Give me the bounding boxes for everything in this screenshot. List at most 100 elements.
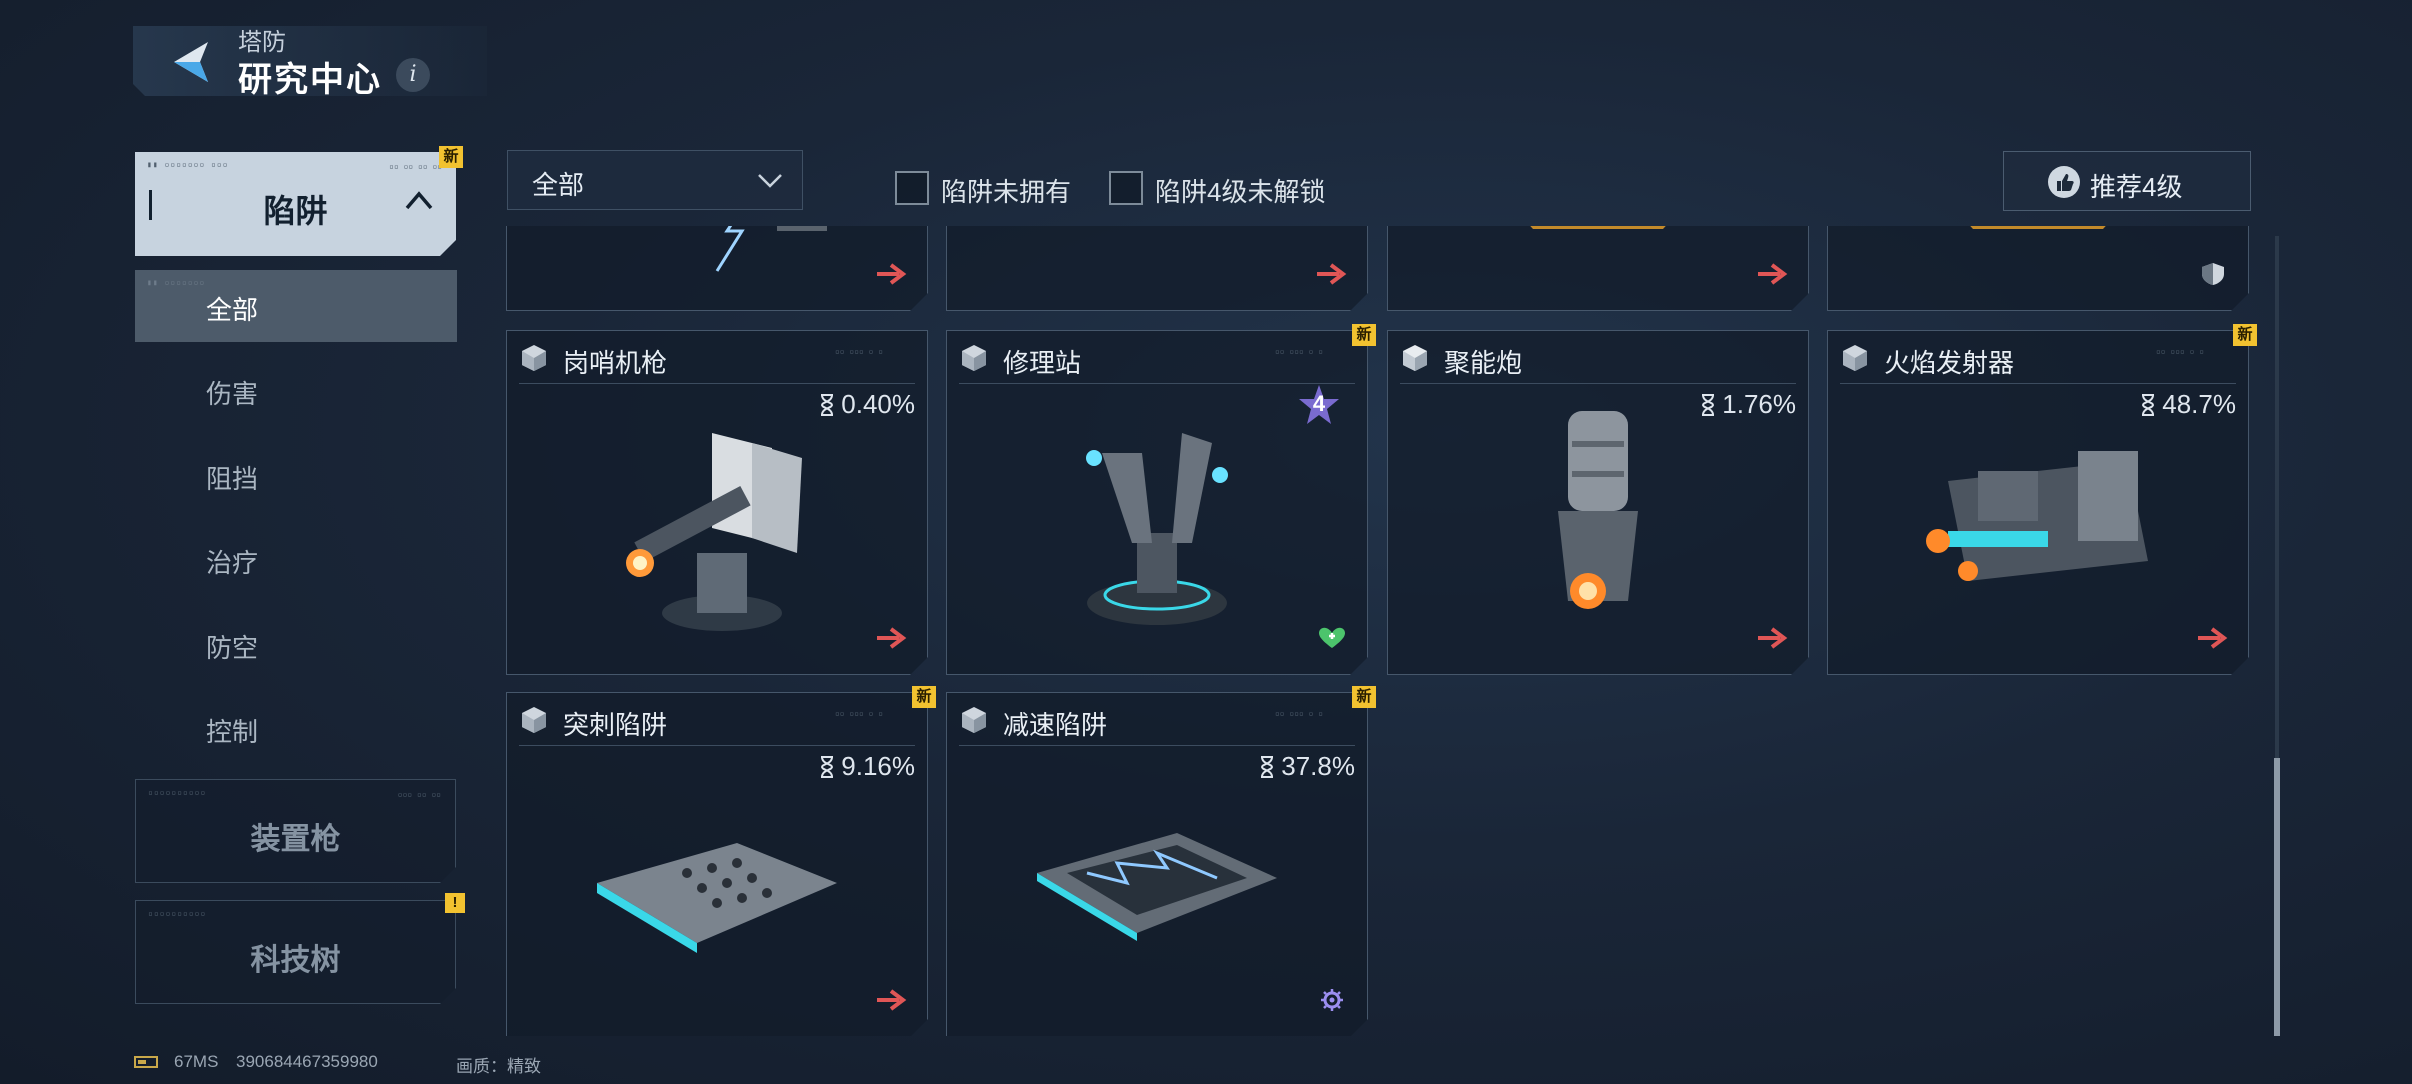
cube-icon <box>1840 343 1870 373</box>
battery-icon <box>134 1056 158 1068</box>
heal-icon <box>1315 626 1349 650</box>
trap-card-slow-trap[interactable]: 减速陷阱 ▫▫ ▫▫▫ ▫ ▫ 37.8% <box>946 692 1368 1036</box>
category-traps[interactable]: ▮▮ ▫▫▫▫▫▫▫ ▫▫▫ ▫▫ ▫▫ ▫▫ ▫▫ 陷阱 <box>135 152 456 256</box>
progress-value: 9.16% <box>841 751 915 781</box>
dropdown-value: 全部 <box>532 170 585 200</box>
alert-badge: ! <box>445 893 465 913</box>
category-tech-tree[interactable]: ▫▫▫▫▫▫▫▫▫▫ 科技树 <box>135 900 456 1004</box>
ping-text: 67MS <box>174 1052 219 1071</box>
scrollbar-thumb[interactable] <box>2274 758 2280 1036</box>
cube-icon <box>959 343 989 373</box>
divider <box>519 383 915 384</box>
research-progress: 9.16% <box>819 751 915 782</box>
deco-text: ▫▫▫▫▫▫▫▫▫▫ <box>148 909 207 918</box>
page-title: 研究中心 <box>238 61 382 99</box>
arrow-icon <box>1756 262 1790 286</box>
sub-item-anti-air[interactable]: 防空 <box>206 628 258 665</box>
research-progress: 1.76% <box>1700 389 1796 420</box>
trap-card[interactable] <box>1827 226 2249 311</box>
divider <box>959 383 1355 384</box>
level-star-icon: 4 <box>1297 383 1341 427</box>
sub-item-damage[interactable]: 伤害 <box>206 374 258 411</box>
filter-dropdown[interactable]: 全部 <box>507 150 803 210</box>
trap-art <box>1953 226 2123 237</box>
sub-item-highlight: ▮▮ ▫▫▫▫▫▫▫ <box>135 270 457 342</box>
sub-item-all[interactable]: 全部 <box>206 290 258 327</box>
hourglass-icon <box>2140 394 2156 416</box>
sub-item-control[interactable]: 控制 <box>206 712 258 749</box>
new-badge: 新 <box>912 686 936 708</box>
sub-item-block[interactable]: 阻挡 <box>206 459 258 496</box>
category-gadget-gun[interactable]: ▫▫▫▫▫▫▫▫▫▫ ▫▫▫ ▫▫ ▫▫ 装置枪 <box>135 779 456 883</box>
card-title: 突刺陷阱 <box>563 710 668 740</box>
divider <box>1840 383 2236 384</box>
spike-trap-art <box>587 823 847 963</box>
card-title: 修理站 <box>1003 348 1082 378</box>
new-badge: 新 <box>1352 686 1376 708</box>
category-label: 科技树 <box>250 944 341 977</box>
quality-label: 画质： <box>456 1057 507 1076</box>
arrow-icon <box>875 988 909 1012</box>
shield-icon <box>2196 262 2230 286</box>
level-value: 4 <box>1312 391 1326 416</box>
recommend-level4-button[interactable]: 推荐4级 <box>2003 151 2251 211</box>
trap-card-spike-trap[interactable]: 突刺陷阱 ▫▫ ▫▫▫ ▫ ▫ 9.16% <box>506 692 928 1036</box>
category-label: 装置枪 <box>250 823 341 856</box>
progress-value: 1.76% <box>1722 389 1796 419</box>
uid-text: 390684467359980 <box>236 1052 378 1071</box>
info-icon[interactable]: i <box>396 58 430 92</box>
research-progress: 37.8% <box>1259 751 1355 782</box>
trap-card[interactable] <box>946 226 1368 311</box>
deco-text: ▫▫▫▫▫▫▫▫▫▫ <box>148 788 207 797</box>
research-progress: 0.40% <box>819 389 915 420</box>
progress-value: 0.40% <box>841 389 915 419</box>
trap-card-repair-station[interactable]: 修理站 ▫▫ ▫▫▫ ▫ ▫ 4 <box>946 330 1368 675</box>
trap-card[interactable] <box>1387 226 1809 311</box>
checkbox-not-owned[interactable] <box>895 171 929 205</box>
trap-card-sentry-gun[interactable]: 岗哨机枪 ▫▫ ▫▫▫ ▫ ▫ 0.40% <box>506 330 928 675</box>
checkbox-level4-locked-label: 陷阱4级未解锁 <box>1155 177 1326 207</box>
checkbox-not-owned-label: 陷阱未拥有 <box>941 177 1072 207</box>
arrow-icon <box>2196 626 2230 650</box>
research-progress: 48.7% <box>2140 389 2236 420</box>
chevron-down-icon <box>758 174 782 188</box>
flamethrower-art <box>1908 441 2168 641</box>
sub-item-heal[interactable]: 治疗 <box>206 543 258 580</box>
cube-icon <box>959 705 989 735</box>
cube-icon <box>519 343 549 373</box>
divider <box>959 745 1355 746</box>
progress-value: 48.7% <box>2162 389 2236 419</box>
trap-card-focus-cannon[interactable]: 聚能炮 1.76% <box>1387 330 1809 675</box>
cube-icon <box>519 705 549 735</box>
arrow-icon <box>875 626 909 650</box>
deco-text: ▫▫ ▫▫▫ ▫ ▫ <box>834 709 883 718</box>
divider <box>519 745 915 746</box>
trap-grid: 岗哨机枪 ▫▫ ▫▫▫ ▫ ▫ 0.40% 修理站 ▫▫ ▫▫▫ ▫ ▫ 4 新… <box>506 226 2266 1036</box>
quality-value: 精致 <box>507 1057 541 1076</box>
card-title: 减速陷阱 <box>1003 710 1108 740</box>
arrow-icon <box>1756 626 1790 650</box>
trap-card[interactable] <box>506 226 928 311</box>
deco-text: ▫▫▫ ▫▫ ▫▫ <box>397 790 441 799</box>
cube-icon <box>1400 343 1430 373</box>
focus-cannon-art <box>1498 401 1698 641</box>
hourglass-icon <box>1700 394 1716 416</box>
card-title: 岗哨机枪 <box>563 348 668 378</box>
new-badge: 新 <box>439 146 463 168</box>
progress-value: 37.8% <box>1281 751 1355 781</box>
trap-art <box>1513 226 1683 237</box>
deco-text: ▮▮ ▫▫▫▫▫▫▫ <box>147 278 206 287</box>
trap-card-flamethrower[interactable]: 火焰发射器 ▫▫ ▫▫▫ ▫ ▫ 48.7% <box>1827 330 2249 675</box>
divider <box>1400 383 1796 384</box>
new-badge: 新 <box>1352 324 1376 346</box>
gear-icon <box>1315 988 1349 1012</box>
new-badge: 新 <box>2233 324 2257 346</box>
deco-text: ▫▫ ▫▫ ▫▫ ▫▫ <box>389 162 442 171</box>
card-title: 聚能炮 <box>1444 348 1523 378</box>
recommend-label: 推荐4级 <box>2090 172 2183 202</box>
arrow-icon <box>1315 262 1349 286</box>
deco-text: ▫▫ ▫▫▫ ▫ ▫ <box>1274 709 1323 718</box>
checkbox-level4-locked[interactable] <box>1109 171 1143 205</box>
back-icon[interactable] <box>160 34 216 90</box>
deco-text: ▫▫ ▫▫▫ ▫ ▫ <box>834 347 883 356</box>
